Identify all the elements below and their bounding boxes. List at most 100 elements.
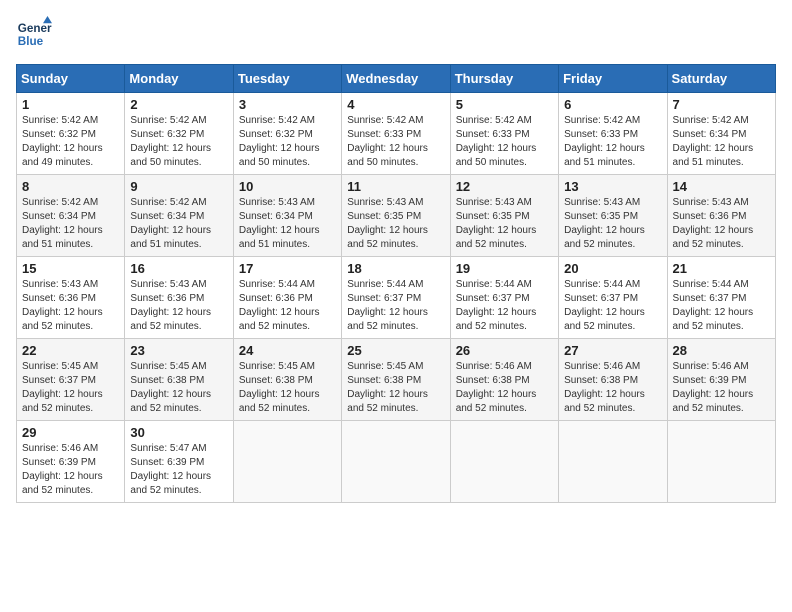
day-number: 7 xyxy=(673,97,770,112)
calendar-day: 14 Sunrise: 5:43 AM Sunset: 6:36 PM Dayli… xyxy=(667,175,775,257)
day-header-saturday: Saturday xyxy=(667,65,775,93)
day-info: Sunrise: 5:44 AM Sunset: 6:37 PM Dayligh… xyxy=(673,278,770,334)
day-header-thursday: Thursday xyxy=(450,65,558,93)
day-number: 15 xyxy=(22,261,119,276)
day-info: Sunrise: 5:44 AM Sunset: 6:36 PM Dayligh… xyxy=(239,278,336,334)
day-info: Sunrise: 5:43 AM Sunset: 6:36 PM Dayligh… xyxy=(130,278,227,334)
calendar-day: 30 Sunrise: 5:47 AM Sunset: 6:39 PM Dayli… xyxy=(125,421,233,503)
header: General Blue xyxy=(16,16,776,52)
day-info: Sunrise: 5:42 AM Sunset: 6:34 PM Dayligh… xyxy=(130,196,227,252)
day-info: Sunrise: 5:42 AM Sunset: 6:34 PM Dayligh… xyxy=(673,114,770,170)
day-header-monday: Monday xyxy=(125,65,233,93)
svg-text:Blue: Blue xyxy=(18,35,44,48)
day-info: Sunrise: 5:43 AM Sunset: 6:35 PM Dayligh… xyxy=(456,196,553,252)
calendar-day: 26 Sunrise: 5:46 AM Sunset: 6:38 PM Dayli… xyxy=(450,339,558,421)
day-number: 11 xyxy=(347,179,444,194)
day-number: 9 xyxy=(130,179,227,194)
calendar-body: 1 Sunrise: 5:42 AM Sunset: 6:32 PM Daylig… xyxy=(17,93,776,503)
calendar-day xyxy=(450,421,558,503)
day-number: 13 xyxy=(564,179,661,194)
logo-icon: General Blue xyxy=(16,16,52,52)
day-number: 28 xyxy=(673,343,770,358)
day-number: 23 xyxy=(130,343,227,358)
calendar-day: 22Sunrise: 5:45 AM Sunset: 6:37 PM Dayli… xyxy=(17,339,125,421)
day-info: Sunrise: 5:47 AM Sunset: 6:39 PM Dayligh… xyxy=(130,442,227,498)
day-info: Sunrise: 5:42 AM Sunset: 6:32 PM Dayligh… xyxy=(22,114,119,170)
logo: General Blue xyxy=(16,16,52,52)
calendar-day: 27 Sunrise: 5:46 AM Sunset: 6:38 PM Dayli… xyxy=(559,339,667,421)
day-header-friday: Friday xyxy=(559,65,667,93)
day-info: Sunrise: 5:42 AM Sunset: 6:33 PM Dayligh… xyxy=(347,114,444,170)
day-info: Sunrise: 5:42 AM Sunset: 6:33 PM Dayligh… xyxy=(564,114,661,170)
day-info: Sunrise: 5:43 AM Sunset: 6:36 PM Dayligh… xyxy=(22,278,119,334)
day-info: Sunrise: 5:42 AM Sunset: 6:34 PM Dayligh… xyxy=(22,196,119,252)
day-info: Sunrise: 5:44 AM Sunset: 6:37 PM Dayligh… xyxy=(564,278,661,334)
day-number: 14 xyxy=(673,179,770,194)
calendar-day: 18Sunrise: 5:44 AM Sunset: 6:37 PM Dayli… xyxy=(342,257,450,339)
day-info: Sunrise: 5:43 AM Sunset: 6:35 PM Dayligh… xyxy=(564,196,661,252)
calendar-day: 10Sunrise: 5:43 AM Sunset: 6:34 PM Dayli… xyxy=(233,175,341,257)
calendar-header-row: SundayMondayTuesdayWednesdayThursdayFrid… xyxy=(17,65,776,93)
calendar-day: 3 Sunrise: 5:42 AM Sunset: 6:32 PM Daylig… xyxy=(233,93,341,175)
calendar-day: 11 Sunrise: 5:43 AM Sunset: 6:35 PM Dayli… xyxy=(342,175,450,257)
calendar-week-4: 22Sunrise: 5:45 AM Sunset: 6:37 PM Dayli… xyxy=(17,339,776,421)
calendar-day: 15 Sunrise: 5:43 AM Sunset: 6:36 PM Dayli… xyxy=(17,257,125,339)
day-number: 29 xyxy=(22,425,119,440)
day-info: Sunrise: 5:46 AM Sunset: 6:38 PM Dayligh… xyxy=(564,360,661,416)
calendar-day: 25 Sunrise: 5:45 AM Sunset: 6:38 PM Dayli… xyxy=(342,339,450,421)
calendar-day: 17 Sunrise: 5:44 AM Sunset: 6:36 PM Dayli… xyxy=(233,257,341,339)
calendar-day xyxy=(233,421,341,503)
calendar-day: 23Sunrise: 5:45 AM Sunset: 6:38 PM Dayli… xyxy=(125,339,233,421)
day-info: Sunrise: 5:42 AM Sunset: 6:33 PM Dayligh… xyxy=(456,114,553,170)
day-header-sunday: Sunday xyxy=(17,65,125,93)
calendar-day: 8 Sunrise: 5:42 AM Sunset: 6:34 PM Daylig… xyxy=(17,175,125,257)
calendar-day xyxy=(667,421,775,503)
day-number: 24 xyxy=(239,343,336,358)
calendar-day: 24 Sunrise: 5:45 AM Sunset: 6:38 PM Dayli… xyxy=(233,339,341,421)
day-number: 27 xyxy=(564,343,661,358)
day-info: Sunrise: 5:46 AM Sunset: 6:39 PM Dayligh… xyxy=(22,442,119,498)
day-info: Sunrise: 5:46 AM Sunset: 6:38 PM Dayligh… xyxy=(456,360,553,416)
calendar-day: 28 Sunrise: 5:46 AM Sunset: 6:39 PM Dayli… xyxy=(667,339,775,421)
day-info: Sunrise: 5:43 AM Sunset: 6:35 PM Dayligh… xyxy=(347,196,444,252)
day-info: Sunrise: 5:42 AM Sunset: 6:32 PM Dayligh… xyxy=(239,114,336,170)
day-number: 6 xyxy=(564,97,661,112)
calendar-day: 13 Sunrise: 5:43 AM Sunset: 6:35 PM Dayli… xyxy=(559,175,667,257)
svg-text:General: General xyxy=(18,22,52,35)
calendar-day: 7 Sunrise: 5:42 AM Sunset: 6:34 PM Daylig… xyxy=(667,93,775,175)
calendar-day: 2Sunrise: 5:42 AM Sunset: 6:32 PM Daylig… xyxy=(125,93,233,175)
day-info: Sunrise: 5:42 AM Sunset: 6:32 PM Dayligh… xyxy=(130,114,227,170)
day-number: 5 xyxy=(456,97,553,112)
day-number: 26 xyxy=(456,343,553,358)
day-info: Sunrise: 5:46 AM Sunset: 6:39 PM Dayligh… xyxy=(673,360,770,416)
day-number: 25 xyxy=(347,343,444,358)
day-header-tuesday: Tuesday xyxy=(233,65,341,93)
day-number: 1 xyxy=(22,97,119,112)
calendar-day: 1 Sunrise: 5:42 AM Sunset: 6:32 PM Daylig… xyxy=(17,93,125,175)
day-info: Sunrise: 5:43 AM Sunset: 6:36 PM Dayligh… xyxy=(673,196,770,252)
calendar-day: 29 Sunrise: 5:46 AM Sunset: 6:39 PM Dayli… xyxy=(17,421,125,503)
day-info: Sunrise: 5:44 AM Sunset: 6:37 PM Dayligh… xyxy=(347,278,444,334)
calendar-day: 5 Sunrise: 5:42 AM Sunset: 6:33 PM Daylig… xyxy=(450,93,558,175)
day-number: 21 xyxy=(673,261,770,276)
day-number: 22 xyxy=(22,343,119,358)
day-number: 16 xyxy=(130,261,227,276)
calendar-day: 20 Sunrise: 5:44 AM Sunset: 6:37 PM Dayli… xyxy=(559,257,667,339)
calendar-day xyxy=(342,421,450,503)
day-number: 3 xyxy=(239,97,336,112)
day-number: 20 xyxy=(564,261,661,276)
day-number: 17 xyxy=(239,261,336,276)
calendar-week-1: 1 Sunrise: 5:42 AM Sunset: 6:32 PM Daylig… xyxy=(17,93,776,175)
calendar-day: 4 Sunrise: 5:42 AM Sunset: 6:33 PM Daylig… xyxy=(342,93,450,175)
calendar-week-3: 15 Sunrise: 5:43 AM Sunset: 6:36 PM Dayli… xyxy=(17,257,776,339)
day-info: Sunrise: 5:44 AM Sunset: 6:37 PM Dayligh… xyxy=(456,278,553,334)
calendar-day xyxy=(559,421,667,503)
day-info: Sunrise: 5:45 AM Sunset: 6:38 PM Dayligh… xyxy=(347,360,444,416)
day-number: 4 xyxy=(347,97,444,112)
calendar-day: 16 Sunrise: 5:43 AM Sunset: 6:36 PM Dayli… xyxy=(125,257,233,339)
day-number: 8 xyxy=(22,179,119,194)
calendar-day: 21 Sunrise: 5:44 AM Sunset: 6:37 PM Dayli… xyxy=(667,257,775,339)
calendar-week-2: 8 Sunrise: 5:42 AM Sunset: 6:34 PM Daylig… xyxy=(17,175,776,257)
day-number: 30 xyxy=(130,425,227,440)
day-info: Sunrise: 5:45 AM Sunset: 6:38 PM Dayligh… xyxy=(239,360,336,416)
